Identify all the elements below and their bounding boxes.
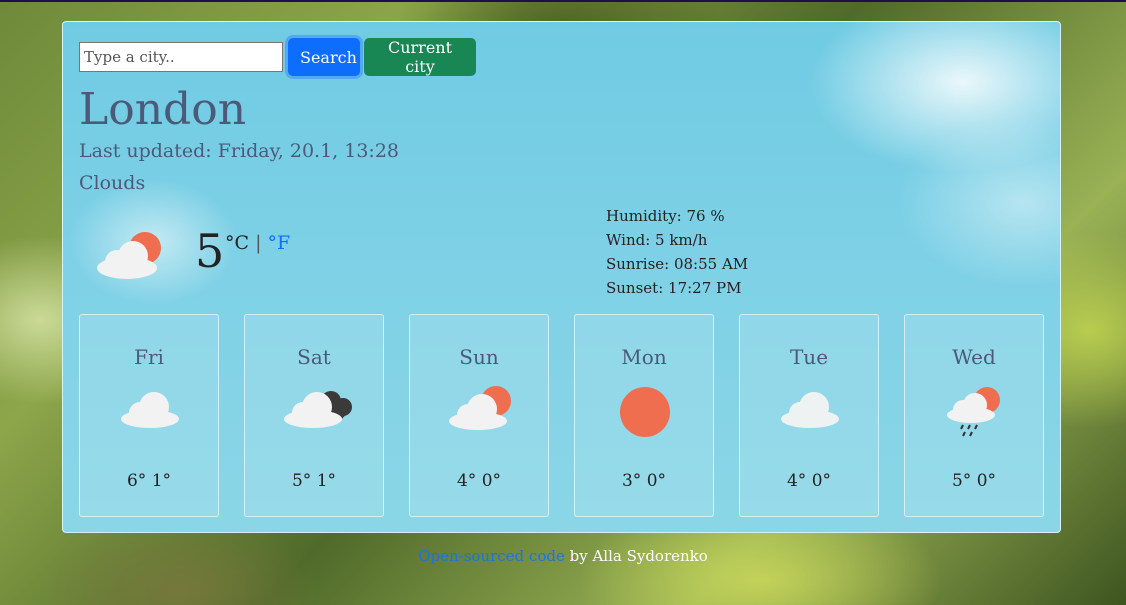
forecast-day-name: Tue [789, 345, 829, 369]
forecast-day-name: Fri [134, 345, 164, 369]
sunrise: Sunrise: 08:55 AM [606, 255, 749, 273]
weather-card: Search Current city London Last updated:… [62, 21, 1061, 533]
forecast-day-name: Sun [459, 345, 499, 369]
celsius-link[interactable]: °C [225, 232, 249, 254]
unit-toggle: °C | °F [225, 232, 290, 254]
forecast-temps: 6° 1° [126, 471, 172, 491]
top-border [0, 0, 1126, 2]
cloudy-dark-icon [283, 385, 355, 433]
wind: Wind: 5 km/h [606, 231, 708, 249]
city-name: London [79, 84, 247, 135]
fahrenheit-link[interactable]: °F [268, 232, 291, 254]
forecast-day-name: Mon [621, 345, 667, 369]
search-form: Search Current city [79, 38, 476, 76]
forecast-day: Wed 5° 0° [904, 314, 1044, 517]
forecast-day: Tue 4° 0° [739, 314, 879, 517]
forecast-temps: 5° 1° [291, 471, 337, 491]
forecast-temps: 4° 0° [456, 471, 502, 491]
weather-details: Humidity: 76 % Wind: 5 km/h Sunrise: 08:… [606, 204, 748, 300]
unit-separator: | [255, 232, 262, 254]
forecast-temps: 3° 0° [621, 471, 667, 491]
source-code-link[interactable]: Open-sourced code [418, 547, 565, 565]
forecast-day: Sun 4° 0° [409, 314, 549, 517]
forecast-temps: 4° 0° [786, 471, 832, 491]
sun-icon [613, 385, 677, 445]
search-button[interactable]: Search [288, 38, 360, 76]
partly-cloudy-icon [95, 230, 165, 284]
forecast-day: Sat 5° 1° [244, 314, 384, 517]
forecast-day-name: Wed [952, 345, 996, 369]
forecast-day: Mon 3° 0° [574, 314, 714, 517]
current-city-button[interactable]: Current city [364, 38, 476, 76]
forecast-day: Fri 6° 1° [79, 314, 219, 517]
cloud-icon [778, 385, 842, 433]
sunset: Sunset: 17:27 PM [606, 279, 742, 297]
footer-author: by Alla Sydorenko [564, 547, 708, 565]
forecast-day-name: Sat [297, 345, 331, 369]
current-temperature: 5 [195, 224, 225, 278]
city-search-input[interactable] [79, 42, 283, 72]
weather-description: Clouds [79, 172, 146, 194]
rain-sun-icon [943, 385, 1007, 445]
partly-cloudy-icon [448, 385, 518, 435]
humidity: Humidity: 76 % [606, 207, 725, 225]
cloud-icon [118, 385, 182, 433]
footer: Open-sourced code by Alla Sydorenko [0, 547, 1126, 565]
last-updated: Last updated: Friday, 20.1, 13:28 [79, 140, 400, 162]
forecast-temps: 5° 0° [951, 471, 997, 491]
